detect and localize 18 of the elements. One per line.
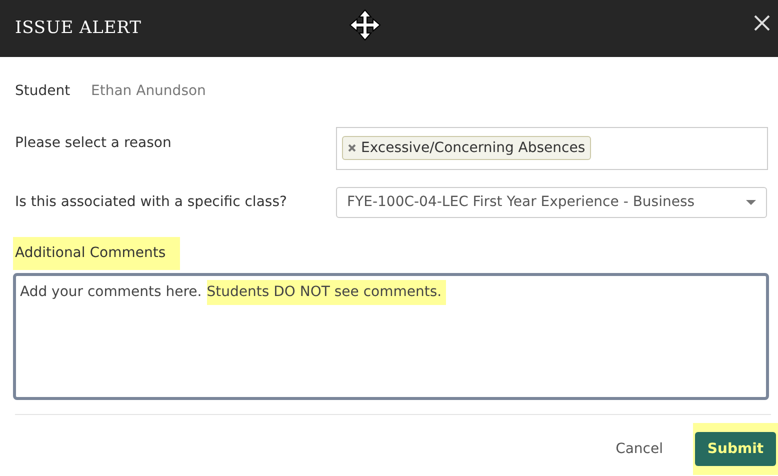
- field-label: Student: [15, 82, 72, 100]
- dialog-title: ISSUE ALERT: [15, 16, 142, 40]
- caret-icon: [746, 200, 756, 206]
- reason-tag[interactable]: Excessive/Concerning Absences: [342, 136, 592, 160]
- remove-icon[interactable]: [348, 144, 356, 152]
- comment-text: Add your comments here.: [20, 283, 203, 302]
- close-icon[interactable]: [754, 15, 770, 31]
- field-label: Please select a reason: [15, 134, 172, 153]
- comment-text: Students DO NOT see comments.: [206, 280, 446, 305]
- field-label: Is this associated with a specific class?: [15, 193, 288, 212]
- move-icon[interactable]: [348, 8, 382, 42]
- cancel-button[interactable]: Cancel: [614, 438, 665, 460]
- reason-field[interactable]: Excessive/Concerning Absences: [336, 127, 768, 170]
- student-name: Ethan Anundson: [91, 82, 206, 100]
- submit-button[interactable]: Submit: [695, 432, 776, 466]
- field-label: Additional Comments: [13, 237, 180, 270]
- class-dropdown[interactable]: FYE-100C-04-LEC First Year Experience - Business: [336, 187, 767, 218]
- comments-field[interactable]: Add your comments here. Students DO NOT see comments.: [13, 273, 769, 400]
